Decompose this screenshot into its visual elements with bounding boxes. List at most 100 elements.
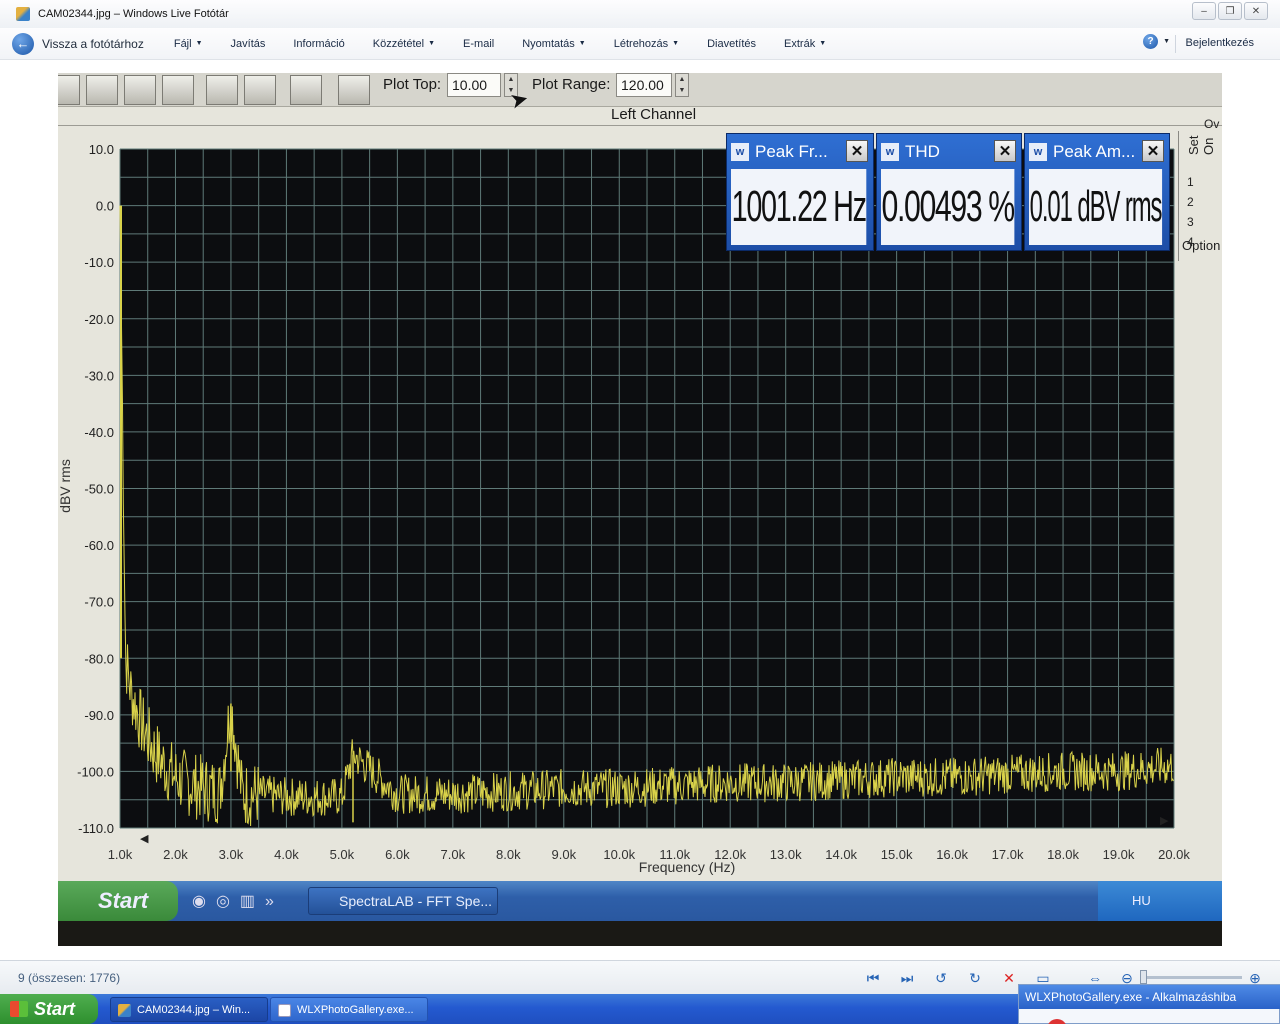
measurement-header: w THD: [881, 139, 991, 165]
photo-count: 9 (összesen: 1776): [18, 971, 121, 985]
y-tick-label: -110.0: [78, 821, 114, 836]
measurement-panel: w THD ✕ 0.00493 %: [876, 133, 1022, 251]
side-number: 1: [1187, 175, 1194, 189]
y-tick-label: -100.0: [77, 764, 114, 779]
plot-top-field: 10.00: [447, 73, 501, 97]
scroll-left-icon: ◀: [140, 833, 149, 845]
x-tick-label: 1.0k: [108, 847, 133, 862]
x-tick-label: 3.0k: [219, 847, 244, 862]
y-tick-label: -50.0: [84, 482, 114, 497]
x-tick-label: 2.0k: [163, 847, 188, 862]
zoom-slider[interactable]: [1146, 976, 1242, 979]
x-tick-label: 14.0k: [825, 847, 857, 862]
plot-top-label: Plot Top:: [383, 76, 442, 93]
options-label: Option: [1182, 238, 1221, 253]
close-icon: ✕: [1142, 140, 1164, 162]
y-tick-label: -80.0: [84, 651, 114, 666]
menu-fix[interactable]: Javítás: [217, 31, 280, 57]
plot-range-label: Plot Range:: [532, 76, 611, 93]
set-label: Set: [1186, 135, 1201, 155]
chevron-down-icon: ▼: [428, 40, 436, 47]
menu-extras[interactable]: Extrák ▼: [770, 31, 840, 57]
window-title: CAM02344.jpg – Windows Live Fotótár: [38, 8, 229, 20]
rotate-left-icon[interactable]: ↺: [930, 968, 952, 988]
menu-info[interactable]: Információ: [279, 31, 358, 57]
scroll-right-icon: ▶: [1160, 815, 1169, 827]
menu-publish[interactable]: Közzététel ▼: [359, 31, 449, 57]
x-tick-label: 16.0k: [936, 847, 968, 862]
tool-button-icon: [162, 75, 194, 105]
menu-email[interactable]: E-mail: [449, 31, 508, 57]
y-tick-label: -30.0: [84, 368, 114, 383]
chevron-down-icon: ▼: [819, 40, 827, 47]
menu-create-label: Létrehozás: [613, 37, 669, 50]
tool-button-icon: [86, 75, 118, 105]
previous-icon[interactable]: ⏮: [862, 968, 884, 988]
menu-file-label: Fájl: [173, 37, 192, 50]
photographed-screen: Plot Top: 10.00 ▲ ▼ Plot Range: 120.00 ▲ ▼…: [58, 73, 1222, 881]
photo[interactable]: Plot Top: 10.00 ▲ ▼ Plot Range: 120.00 ▲ ▼…: [58, 73, 1222, 946]
error-balloon[interactable]: WLXPhotoGallery.exe - Alkalmazáshiba: [1018, 984, 1280, 1024]
measurement-icon: w: [731, 143, 749, 161]
menu-print[interactable]: Nyomtatás ▼: [508, 31, 600, 57]
measurement-value: 0.01 dBV rms: [1029, 169, 1163, 245]
window-controls: ‒ ❐ ✕: [1192, 2, 1268, 20]
rotate-right-icon[interactable]: ↻: [964, 968, 986, 988]
x-tick-label: 8.0k: [496, 847, 521, 862]
close-icon: ✕: [846, 140, 868, 162]
x-tick-label: 6.0k: [385, 847, 410, 862]
plot-range-field: 120.00: [616, 73, 672, 97]
start-button[interactable]: Start: [0, 994, 98, 1024]
error-balloon-title: WLXPhotoGallery.exe - Alkalmazáshiba: [1019, 985, 1280, 1009]
y-tick-label: -10.0: [84, 255, 114, 270]
marker-tool-icon: [338, 75, 370, 105]
y-tick-label: -40.0: [84, 425, 114, 440]
measurement-title: Peak Am...: [1053, 142, 1136, 161]
measurement-header: w Peak Fr...: [731, 139, 843, 165]
title-bar: CAM02344.jpg – Windows Live Fotótár ‒ ❐ …: [0, 0, 1280, 28]
menu-slideshow[interactable]: Diavetítés: [693, 31, 770, 57]
next-icon[interactable]: ⏭: [896, 968, 918, 988]
delete-icon[interactable]: ✕: [998, 968, 1020, 988]
menu-info-label: Információ: [293, 37, 345, 50]
x-tick-label: 5.0k: [330, 847, 355, 862]
y-tick-label: 10.0: [89, 142, 114, 157]
taskbar-item-label: CAM02344.jpg – Win...: [137, 1003, 251, 1016]
back-arrow-icon: ←: [12, 32, 34, 55]
x-tick-label: 4.0k: [274, 847, 299, 862]
y-tick-label: -60.0: [84, 538, 114, 553]
x-tick-label: 18.0k: [1047, 847, 1079, 862]
menu-print-label: Nyomtatás: [522, 37, 575, 50]
close-icon: ✕: [994, 140, 1016, 162]
analyzer-toolbar: Plot Top: 10.00 ▲ ▼ Plot Range: 120.00 ▲ ▼: [58, 73, 1222, 107]
minimize-button[interactable]: ‒: [1192, 2, 1216, 20]
chart-title: Left Channel: [611, 106, 697, 123]
taskbar-item-label: WLXPhotoGallery.exe...: [297, 1003, 414, 1016]
measurement-panel: w Peak Fr... ✕ 1001.22 Hz: [726, 133, 874, 251]
x-axis-label: Frequency (Hz): [639, 859, 735, 875]
chevron-down-icon: ▼: [195, 40, 203, 47]
taskbar-item-wlx[interactable]: WLXPhotoGallery.exe...: [270, 997, 428, 1022]
close-button[interactable]: ✕: [1244, 2, 1268, 20]
x-tick-label: 10.0k: [603, 847, 635, 862]
measurement-title: Peak Fr...: [755, 142, 828, 161]
x-tick-label: 20.0k: [1158, 847, 1190, 862]
menu-slideshow-label: Diavetítés: [707, 37, 757, 50]
measurement-header: w Peak Am...: [1029, 139, 1139, 165]
photo-gallery-icon: [118, 1004, 131, 1017]
y-tick-label: 0.0: [96, 199, 114, 214]
menu-create[interactable]: Létrehozás ▼: [600, 31, 693, 57]
signin-link[interactable]: Bejelentkezés: [1186, 37, 1255, 49]
chevron-down-icon: ▼: [578, 40, 586, 47]
x-tick-label: 13.0k: [770, 847, 802, 862]
y-axis-label: dBV rms: [58, 459, 73, 513]
y-tick-label: -90.0: [84, 708, 114, 723]
help-button[interactable]: ? ▼: [1143, 34, 1170, 49]
taskbar-item-photo-gallery[interactable]: CAM02344.jpg – Win...: [110, 997, 268, 1022]
back-to-gallery-button[interactable]: ← Vissza a fotótárhoz: [12, 31, 144, 57]
on-label: On: [1201, 137, 1216, 155]
menu-file[interactable]: Fájl ▼: [160, 31, 217, 57]
y-tick-label: -20.0: [84, 312, 114, 327]
zoom-slider-handle[interactable]: [1140, 970, 1147, 984]
maximize-button[interactable]: ❐: [1218, 2, 1242, 20]
